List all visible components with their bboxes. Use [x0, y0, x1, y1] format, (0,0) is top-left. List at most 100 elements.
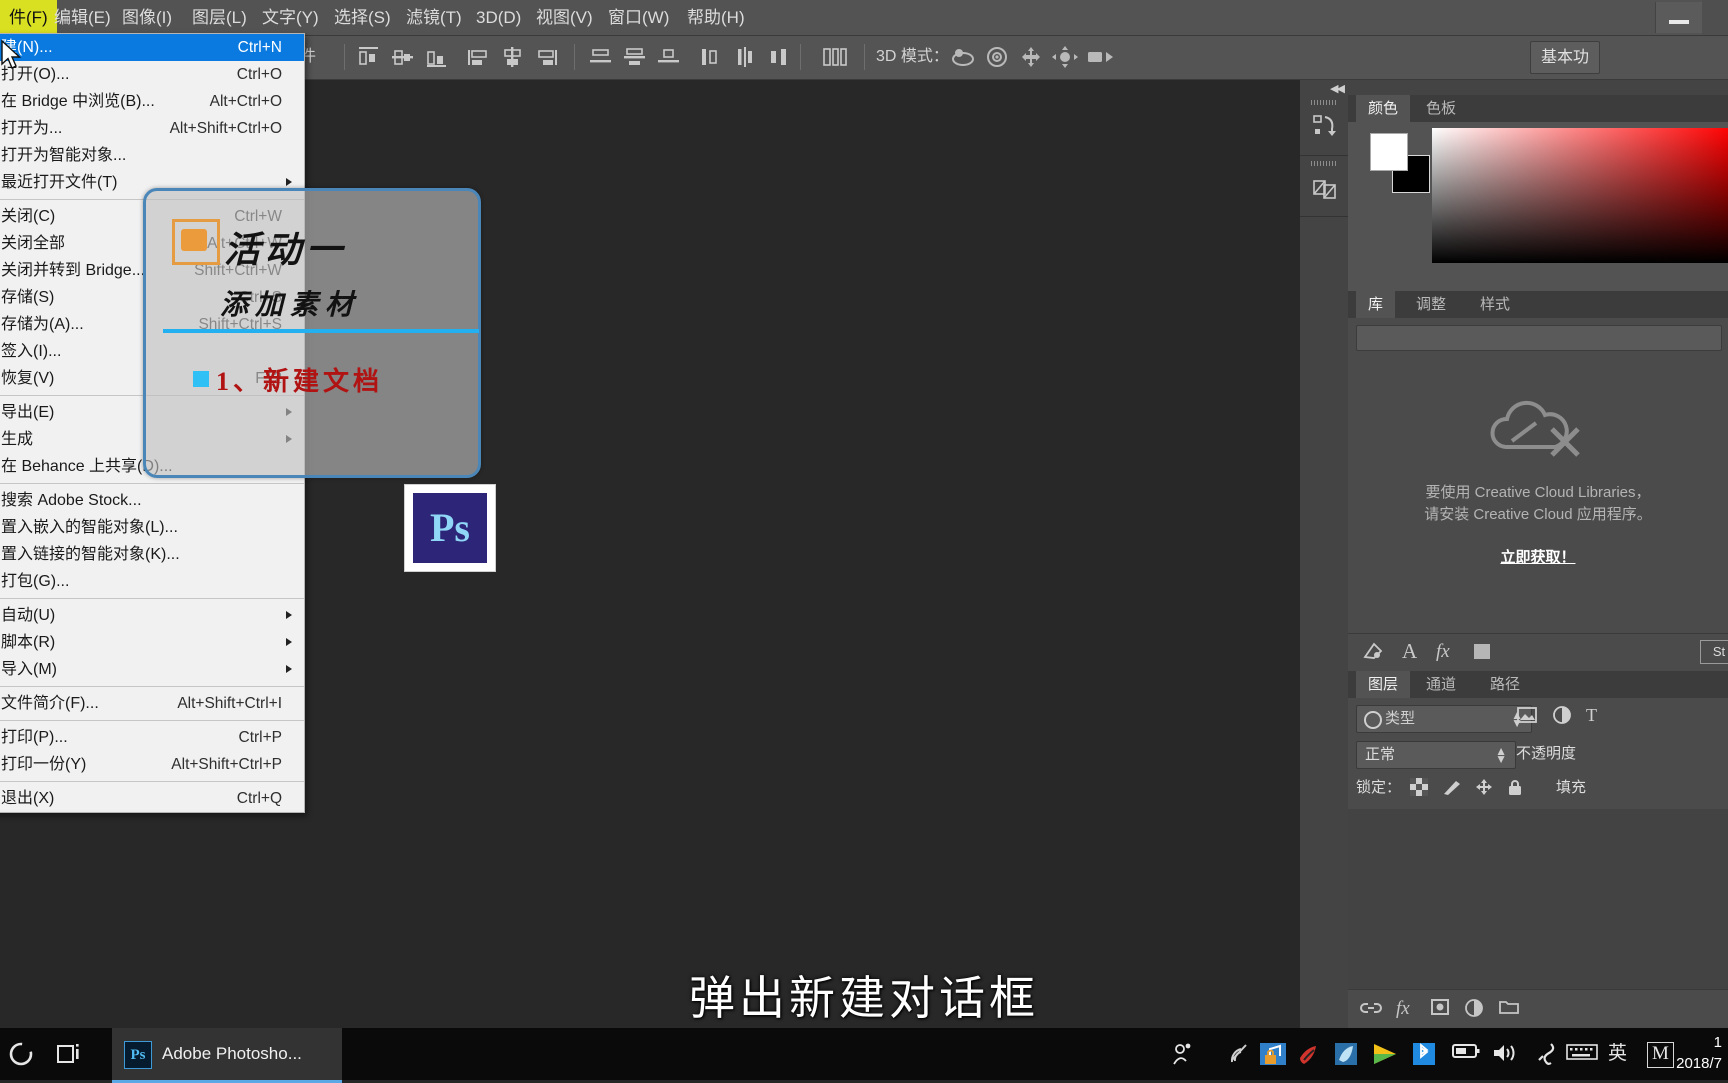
file-menu-item[interactable]: 打开为... Alt+Shift+Ctrl+O	[0, 115, 304, 142]
align-right-edges-icon[interactable]	[426, 47, 447, 67]
file-menu-item[interactable]: 置入链接的智能对象(K)...	[0, 541, 304, 568]
lock-position-icon[interactable]	[1474, 778, 1494, 801]
ime-language-indicator[interactable]: 英	[1608, 1042, 1627, 1066]
add-graphic-icon[interactable]	[1362, 641, 1384, 667]
lock-all-icon[interactable]	[1506, 778, 1524, 801]
pixel-layer-filter-icon[interactable]	[1516, 705, 1538, 730]
file-menu-item[interactable]: 打印(P)... Ctrl+P	[0, 724, 304, 751]
file-menu-item[interactable]: 自动(U)	[0, 602, 304, 629]
file-menu-item[interactable]: 文件简介(F)... Alt+Shift+Ctrl+I	[0, 690, 304, 717]
menu-view[interactable]: 视图(V)	[527, 0, 602, 35]
file-menu-item[interactable]: 建(N)... Ctrl+N	[0, 34, 304, 61]
scale-3d-icon[interactable]	[1086, 46, 1114, 66]
red-shield-icon[interactable]	[1296, 1042, 1320, 1066]
chevron-updown-icon[interactable]: ▲ ▼	[1495, 745, 1507, 765]
foreground-color-swatch[interactable]	[1370, 133, 1408, 171]
tab-styles[interactable]: 样式	[1468, 291, 1522, 318]
distribute-vertical-centers-icon[interactable]	[624, 47, 645, 67]
add-effect-icon[interactable]: fx	[1436, 641, 1450, 663]
distribute-horizontal-centers-icon[interactable]	[734, 47, 755, 67]
roll-3d-icon[interactable]	[984, 46, 1010, 67]
file-menu-item[interactable]: 打开为智能对象...	[0, 142, 304, 169]
cortana-circle-icon[interactable]	[6, 1039, 36, 1069]
collapse-panels-bar[interactable]: ◀◀	[1300, 79, 1728, 95]
photoshop-document-thumbnail[interactable]: Ps	[405, 485, 495, 571]
menu-select[interactable]: 选择(S)	[325, 0, 400, 35]
type-layer-filter-icon[interactable]: T	[1586, 705, 1597, 726]
color-swatches[interactable]	[1370, 133, 1430, 193]
battery-icon[interactable]	[1452, 1042, 1480, 1066]
blue-app-icon[interactable]	[1334, 1042, 1358, 1066]
distribute-right-edges-icon[interactable]	[768, 47, 789, 67]
library-st-button[interactable]: St	[1700, 640, 1728, 664]
options-separator	[574, 44, 575, 70]
rotate-3d-icon[interactable]	[950, 46, 976, 66]
clone-source-icon[interactable]	[1312, 174, 1338, 202]
pen-icon[interactable]	[1533, 1042, 1557, 1066]
tab-paths[interactable]: 路径	[1478, 671, 1532, 698]
distribute-top-edges-icon[interactable]	[590, 47, 611, 67]
add-color-icon[interactable]	[1472, 641, 1492, 667]
file-menu-item[interactable]: 搜索 Adobe Stock...	[0, 487, 304, 514]
align-top-edges-icon[interactable]	[468, 47, 489, 67]
collapse-panels-icon[interactable]: ◀◀	[1330, 82, 1345, 95]
tab-layers[interactable]: 图层	[1356, 671, 1411, 698]
tab-color[interactable]: 颜色	[1356, 95, 1411, 122]
taskbar-item-photoshop[interactable]: Ps Adobe Photosho...	[112, 1028, 342, 1083]
file-menu-item[interactable]: 置入嵌入的智能对象(L)...	[0, 514, 304, 541]
add-text-icon[interactable]: A	[1402, 641, 1417, 662]
mouse-cursor-icon	[0, 39, 22, 70]
file-menu-item[interactable]: 脚本(R)	[0, 629, 304, 656]
task-view-icon[interactable]	[56, 1041, 84, 1067]
lock-transparent-pixels-icon[interactable]	[1410, 778, 1428, 801]
blend-mode-select[interactable]: 正常 ▲ ▼	[1356, 741, 1516, 769]
menu-help[interactable]: 帮助(H)	[678, 0, 754, 35]
menu-layer[interactable]: 图层(L)	[183, 0, 256, 35]
taskbar-clock[interactable]: 1 2018/7	[1626, 1032, 1722, 1074]
keyboard-icon[interactable]	[1566, 1042, 1598, 1066]
align-bottom-edges-icon[interactable]	[536, 47, 557, 67]
slide-3d-icon[interactable]	[1052, 46, 1078, 68]
menu-window[interactable]: 窗口(W)	[599, 0, 678, 35]
tab-libraries[interactable]: 库	[1356, 291, 1396, 318]
clone-source-panel-icon-group[interactable]	[1300, 156, 1348, 217]
menu-edit[interactable]: 编辑(E)	[45, 0, 120, 35]
people-icon[interactable]	[1172, 1042, 1194, 1066]
file-menu-item[interactable]: 打开(O)... Ctrl+O	[0, 61, 304, 88]
history-icon[interactable]	[1312, 113, 1338, 141]
media-player-icon[interactable]	[1372, 1042, 1398, 1066]
library-search-input[interactable]	[1356, 325, 1722, 351]
tab-adjustments[interactable]: 调整	[1404, 291, 1458, 318]
wifi-icon[interactable]	[1228, 1042, 1252, 1066]
network-secured-icon[interactable]	[1260, 1042, 1286, 1066]
file-menu-item[interactable]: 打包(G)...	[0, 568, 304, 595]
menu-3d[interactable]: 3D(D)	[467, 0, 530, 35]
bluetooth-icon[interactable]	[1412, 1042, 1436, 1066]
pan-3d-icon[interactable]	[1018, 46, 1044, 67]
align-vertical-centers-icon[interactable]	[502, 47, 523, 67]
color-ramp[interactable]	[1432, 128, 1728, 263]
file-menu-item-label: 在 Bridge 中浏览(B)...	[1, 93, 155, 110]
minimize-button[interactable]	[1655, 2, 1702, 33]
file-menu-item[interactable]: 在 Bridge 中浏览(B)... Alt+Ctrl+O	[0, 88, 304, 115]
menu-type[interactable]: 文字(Y)	[253, 0, 328, 35]
file-menu-item[interactable]: 退出(X) Ctrl+Q	[0, 785, 304, 812]
adjustment-layer-filter-icon[interactable]	[1552, 705, 1572, 730]
file-menu-item[interactable]: 打印一份(Y) Alt+Shift+Ctrl+P	[0, 751, 304, 778]
volume-icon[interactable]	[1492, 1042, 1518, 1066]
workspace-switcher-button[interactable]: 基本功	[1530, 41, 1601, 74]
get-now-link[interactable]: 立即获取！	[1348, 546, 1728, 567]
align-horizontal-centers-icon[interactable]	[392, 47, 413, 67]
file-menu-item[interactable]: 导入(M)	[0, 656, 304, 683]
menu-image[interactable]: 图像(I)	[113, 0, 181, 35]
tab-channels[interactable]: 通道	[1414, 671, 1468, 698]
distribute-bottom-edges-icon[interactable]	[658, 47, 679, 67]
menu-filter[interactable]: 滤镜(T)	[397, 0, 471, 35]
distribute-spacing-icon[interactable]	[822, 47, 848, 67]
distribute-left-edges-icon[interactable]	[700, 47, 721, 67]
lock-image-pixels-icon[interactable]	[1442, 778, 1462, 801]
tab-swatches[interactable]: 色板	[1414, 95, 1468, 122]
history-panel-icon-group[interactable]	[1300, 95, 1348, 156]
align-left-edges-icon[interactable]	[358, 47, 379, 67]
layer-filter-select[interactable]: 类型 ▲ ▼	[1356, 705, 1532, 733]
